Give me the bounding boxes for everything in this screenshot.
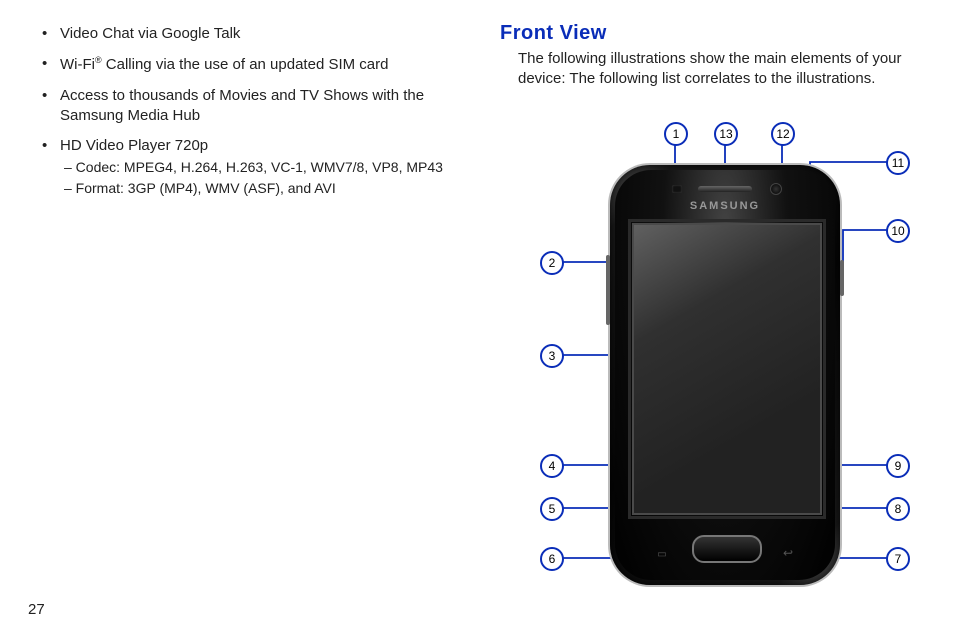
feature-text: Video Chat via Google Talk — [60, 25, 240, 42]
callout-6: 6 — [540, 547, 564, 571]
callout-5: 5 — [540, 497, 564, 521]
back-softkey-icon — [780, 545, 796, 559]
feature-text: HD Video Player 720p — [60, 137, 208, 154]
list-item: Video Chat via Google Talk — [42, 24, 472, 44]
callout-3: 3 — [540, 344, 564, 368]
section-intro: The following illustrations show the mai… — [518, 49, 930, 90]
registered-mark: ® — [95, 55, 102, 65]
feature-prefix: Wi-Fi — [60, 56, 95, 73]
feature-list: Video Chat via Google Talk Wi-Fi® Callin… — [42, 24, 472, 198]
earpiece-icon — [698, 186, 752, 192]
phone-diagram: SAMSUNG 1 13 12 11 10 2 3 4 5 6 7 8 9 — [500, 120, 930, 600]
front-camera-icon — [770, 183, 782, 195]
callout-10: 10 — [886, 219, 910, 243]
left-column: Video Chat via Google Talk Wi-Fi® Callin… — [42, 24, 472, 208]
callout-12: 12 — [771, 122, 795, 146]
list-item: Access to thousands of Movies and TV Sho… — [42, 86, 472, 127]
sub-list: – Codec: MPEG4, H.264, H.263, VC-1, WMV7… — [64, 158, 472, 198]
feature-text: Access to thousands of Movies and TV Sho… — [60, 87, 424, 124]
feature-suffix: Calling via the use of an updated SIM ca… — [102, 56, 389, 73]
proximity-sensor-icon — [672, 185, 682, 193]
phone-illustration: SAMSUNG — [610, 165, 840, 585]
page-number: 27 — [28, 601, 45, 618]
screen-icon — [632, 223, 822, 515]
callout-1: 1 — [664, 122, 688, 146]
callout-2: 2 — [540, 251, 564, 275]
callout-11: 11 — [886, 151, 910, 175]
callout-4: 4 — [540, 454, 564, 478]
callout-13: 13 — [714, 122, 738, 146]
callout-7: 7 — [886, 547, 910, 571]
list-item: Wi-Fi® Calling via the use of an updated… — [42, 54, 472, 75]
section-heading: Front View — [500, 22, 930, 45]
sub-item: – Codec: MPEG4, H.264, H.263, VC-1, WMV7… — [64, 158, 472, 177]
brand-label: SAMSUNG — [610, 200, 840, 212]
callout-8: 8 — [886, 497, 910, 521]
sub-item: – Format: 3GP (MP4), WMV (ASF), and AVI — [64, 179, 472, 198]
list-item: HD Video Player 720p – Codec: MPEG4, H.2… — [42, 136, 472, 198]
volume-rocker-icon — [606, 255, 610, 325]
power-button-icon — [840, 260, 844, 296]
menu-softkey-icon — [654, 545, 670, 559]
callout-9: 9 — [886, 454, 910, 478]
right-column: Front View The following illustrations s… — [500, 22, 930, 106]
home-button-icon — [692, 535, 762, 563]
